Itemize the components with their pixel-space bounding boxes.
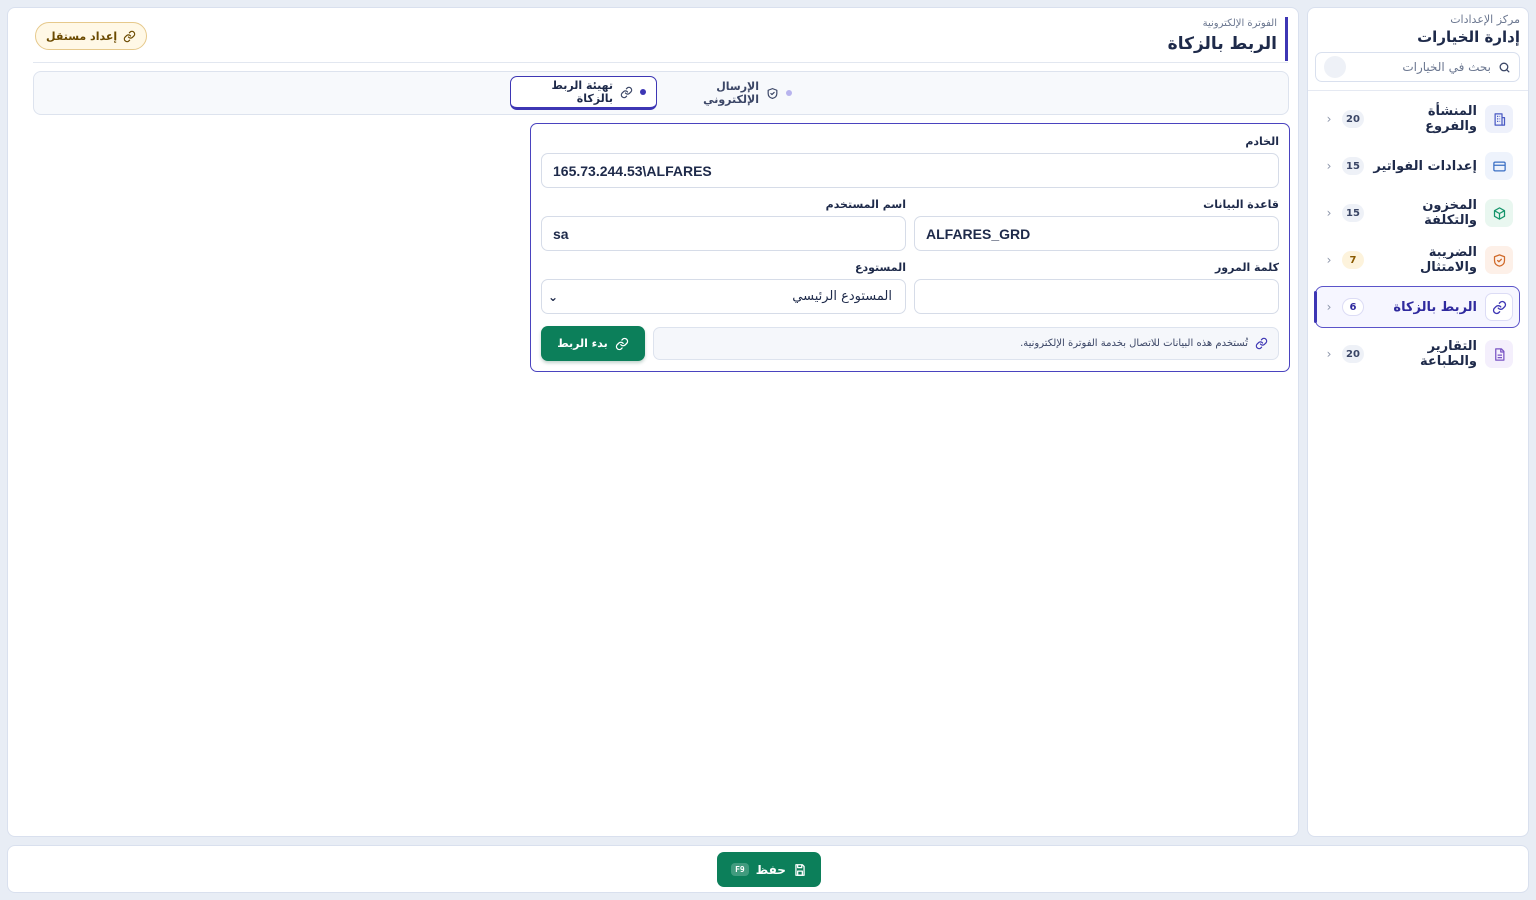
- document-icon: [1485, 340, 1513, 368]
- sidebar-item-count: 6: [1342, 298, 1364, 316]
- tab-active-dot: [640, 89, 646, 95]
- zakat-connection-form: الخادم 165.73.244.53\ALFARES قاعدة البيا…: [530, 123, 1290, 372]
- sidebar-item-tax-compliance[interactable]: الضريبة والامتثال 7 ‹: [1315, 239, 1520, 281]
- sidebar-subtitle: مركز الإعدادات: [1450, 13, 1520, 26]
- sidebar-item-label: المنشأة والفروع: [1425, 104, 1477, 134]
- chevron-left-icon: ‹: [1326, 159, 1332, 173]
- tab-dot: [786, 90, 792, 96]
- sidebar-item-label: الضريبة والامتثال: [1419, 245, 1477, 275]
- chevron-left-icon: ‹: [1326, 206, 1332, 220]
- page-header: الفوترة الإلكترونية الربط بالزكاة: [1168, 17, 1288, 61]
- server-label: الخادم: [1245, 135, 1279, 148]
- sidebar-title: إدارة الخيارات: [1417, 28, 1520, 46]
- sidebar-item-count: 20: [1342, 110, 1364, 128]
- building-icon: [1485, 105, 1513, 133]
- save-label: حفظ: [755, 862, 786, 877]
- box-icon: [1485, 199, 1513, 227]
- link-icon: [1485, 293, 1513, 321]
- info-note: تُستخدم هذه البيانات للاتصال بخدمة الفوت…: [653, 327, 1279, 360]
- shield-check-icon: [1485, 246, 1513, 274]
- link-icon: [123, 30, 136, 43]
- tab-bar: تهيئة الربط بالزكاة الإرسال الإلكتروني: [33, 71, 1289, 115]
- standalone-setup-label: إعداد مستقل: [46, 29, 118, 43]
- sidebar-item-count: 15: [1342, 157, 1364, 175]
- chevron-left-icon: ‹: [1326, 253, 1332, 267]
- tab-e-sending[interactable]: الإرسال الإلكتروني: [662, 76, 802, 110]
- footer-bar: حفظ F9: [7, 845, 1529, 893]
- link-icon: [615, 337, 629, 351]
- sidebar-item-zakat-link[interactable]: الربط بالزكاة 6 ‹: [1314, 286, 1520, 328]
- search-clear-icon[interactable]: [1324, 56, 1346, 78]
- server-input[interactable]: 165.73.244.53\ALFARES: [541, 153, 1279, 188]
- warehouse-select[interactable]: ⌄ المستودع الرئيسي: [541, 279, 906, 314]
- sidebar-item-count: 15: [1342, 204, 1364, 222]
- username-input[interactable]: sa: [541, 216, 906, 251]
- chevron-down-icon: ⌄: [548, 289, 559, 304]
- search-icon: [1497, 60, 1511, 74]
- sidebar-nav: المنشأة والفروع 20 ‹ إعدادات الفواتير 15…: [1314, 98, 1520, 380]
- link-icon: [620, 86, 633, 99]
- page-title: الربط بالزكاة: [1167, 34, 1277, 54]
- save-button[interactable]: حفظ F9: [717, 852, 821, 887]
- save-icon: [793, 863, 807, 877]
- shield-check-icon: [766, 87, 779, 100]
- tab-label: تهيئة الربط بالزكاة: [551, 79, 613, 105]
- link-icon: [1255, 337, 1268, 350]
- sidebar-item-count: 7: [1342, 251, 1364, 269]
- chevron-left-icon: ‹: [1326, 347, 1332, 361]
- sidebar-item-label: إعدادات الفواتير: [1373, 158, 1477, 174]
- sidebar-item-invoice-settings[interactable]: إعدادات الفواتير 15 ‹: [1315, 145, 1520, 187]
- sidebar-item-label: المخزون والتكلفة: [1422, 198, 1477, 228]
- sidebar-item-count: 20: [1342, 345, 1364, 363]
- search-input[interactable]: بحث في الخيارات: [1352, 60, 1491, 74]
- main-panel: الفوترة الإلكترونية الربط بالزكاة إعداد …: [7, 7, 1299, 837]
- invoice-icon: [1485, 152, 1513, 180]
- warehouse-value: المستودع الرئيسي: [792, 289, 892, 304]
- password-input[interactable]: [914, 279, 1279, 314]
- database-input[interactable]: ALFARES_GRD: [914, 216, 1279, 251]
- settings-sidebar: مركز الإعدادات إدارة الخيارات بحث في الخ…: [1307, 7, 1529, 837]
- sidebar-item-label: التقارير والطباعة: [1419, 339, 1477, 369]
- chevron-left-icon: ‹: [1326, 112, 1332, 126]
- username-label: اسم المستخدم: [825, 198, 906, 211]
- sidebar-divider: [1308, 90, 1528, 91]
- sidebar-item-entity-branches[interactable]: المنشأة والفروع 20 ‹: [1315, 98, 1520, 140]
- save-shortcut: F9: [731, 863, 749, 876]
- header-divider: [33, 62, 1288, 63]
- tab-zakat-setup[interactable]: تهيئة الربط بالزكاة: [510, 76, 657, 110]
- warehouse-label: المستودع: [854, 261, 906, 274]
- chevron-left-icon: ‹: [1326, 300, 1332, 314]
- breadcrumb: الفوترة الإلكترونية: [1202, 18, 1277, 29]
- sidebar-item-label: الربط بالزكاة: [1393, 299, 1477, 315]
- sidebar-header: مركز الإعدادات إدارة الخيارات: [1315, 13, 1520, 47]
- database-label: قاعدة البيانات: [1203, 198, 1279, 211]
- standalone-setup-button[interactable]: إعداد مستقل: [35, 22, 148, 50]
- info-text: تُستخدم هذه البيانات للاتصال بخدمة الفوت…: [1020, 338, 1248, 349]
- start-connection-label: بدء الربط: [557, 337, 608, 350]
- password-label: كلمة المرور: [1214, 261, 1279, 274]
- sidebar-item-reports-printing[interactable]: التقارير والطباعة 20 ‹: [1315, 333, 1520, 375]
- sidebar-item-inventory-cost[interactable]: المخزون والتكلفة 15 ‹: [1315, 192, 1520, 234]
- sidebar-search[interactable]: بحث في الخيارات: [1315, 52, 1520, 82]
- tab-label: الإرسال الإلكتروني: [703, 80, 759, 106]
- start-connection-button[interactable]: بدء الربط: [541, 326, 645, 361]
